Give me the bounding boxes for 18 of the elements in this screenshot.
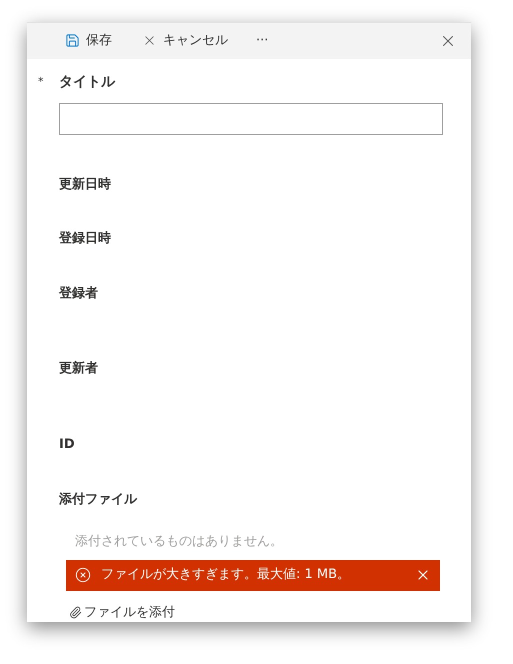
empty-attachments-text: 添付されているものはありません。 (75, 533, 284, 551)
error-message: ファイルが大きすぎます。最大値: 1 MB。 (101, 566, 352, 584)
cancel-button[interactable]: キャンセル (142, 31, 228, 51)
field-label: 登録日時 (59, 230, 111, 248)
error-icon (75, 567, 91, 583)
required-mark: * (37, 74, 44, 90)
more-button[interactable]: ··· (256, 31, 268, 51)
field-label: 更新者 (59, 360, 98, 378)
title-input[interactable] (59, 102, 443, 135)
field-label: タイトル (59, 72, 115, 92)
field-label: 登録者 (59, 284, 98, 303)
save-button[interactable]: 保存 (65, 31, 112, 51)
paperclip-icon (69, 606, 82, 619)
field-label: ID (59, 436, 75, 454)
attach-file-link[interactable]: ファイルを添付 (69, 602, 175, 622)
field-label: 添付ファイル (59, 490, 138, 508)
save-icon (65, 33, 80, 48)
field-label: 更新日時 (59, 176, 111, 194)
